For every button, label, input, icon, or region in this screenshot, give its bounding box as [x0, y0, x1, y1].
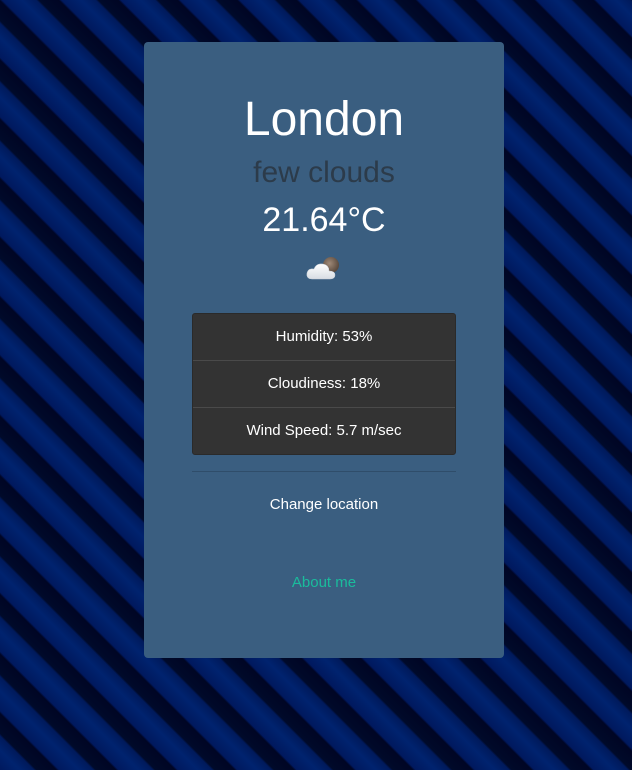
wind-speed-stat: Wind Speed: 5.7 m/sec	[193, 407, 455, 454]
divider	[192, 471, 456, 472]
change-location-button[interactable]: Change location	[144, 495, 504, 515]
temperature: 21.64°C	[262, 201, 386, 239]
weather-description: few clouds	[253, 156, 395, 189]
few-clouds-night-icon	[306, 257, 339, 280]
cloudiness-stat: Cloudiness: 18%	[193, 360, 455, 407]
about-me-link[interactable]: About me	[144, 573, 504, 593]
humidity-stat: Humidity: 53%	[275, 328, 373, 345]
weather-card: London few clouds 21.64°C Humidity: 53% …	[144, 42, 504, 658]
weather-icon-container	[144, 254, 504, 284]
weather-stats-list: Humidity: 53% Cloudiness: 18% Wind Speed…	[192, 313, 456, 455]
city-name: London	[243, 93, 405, 146]
